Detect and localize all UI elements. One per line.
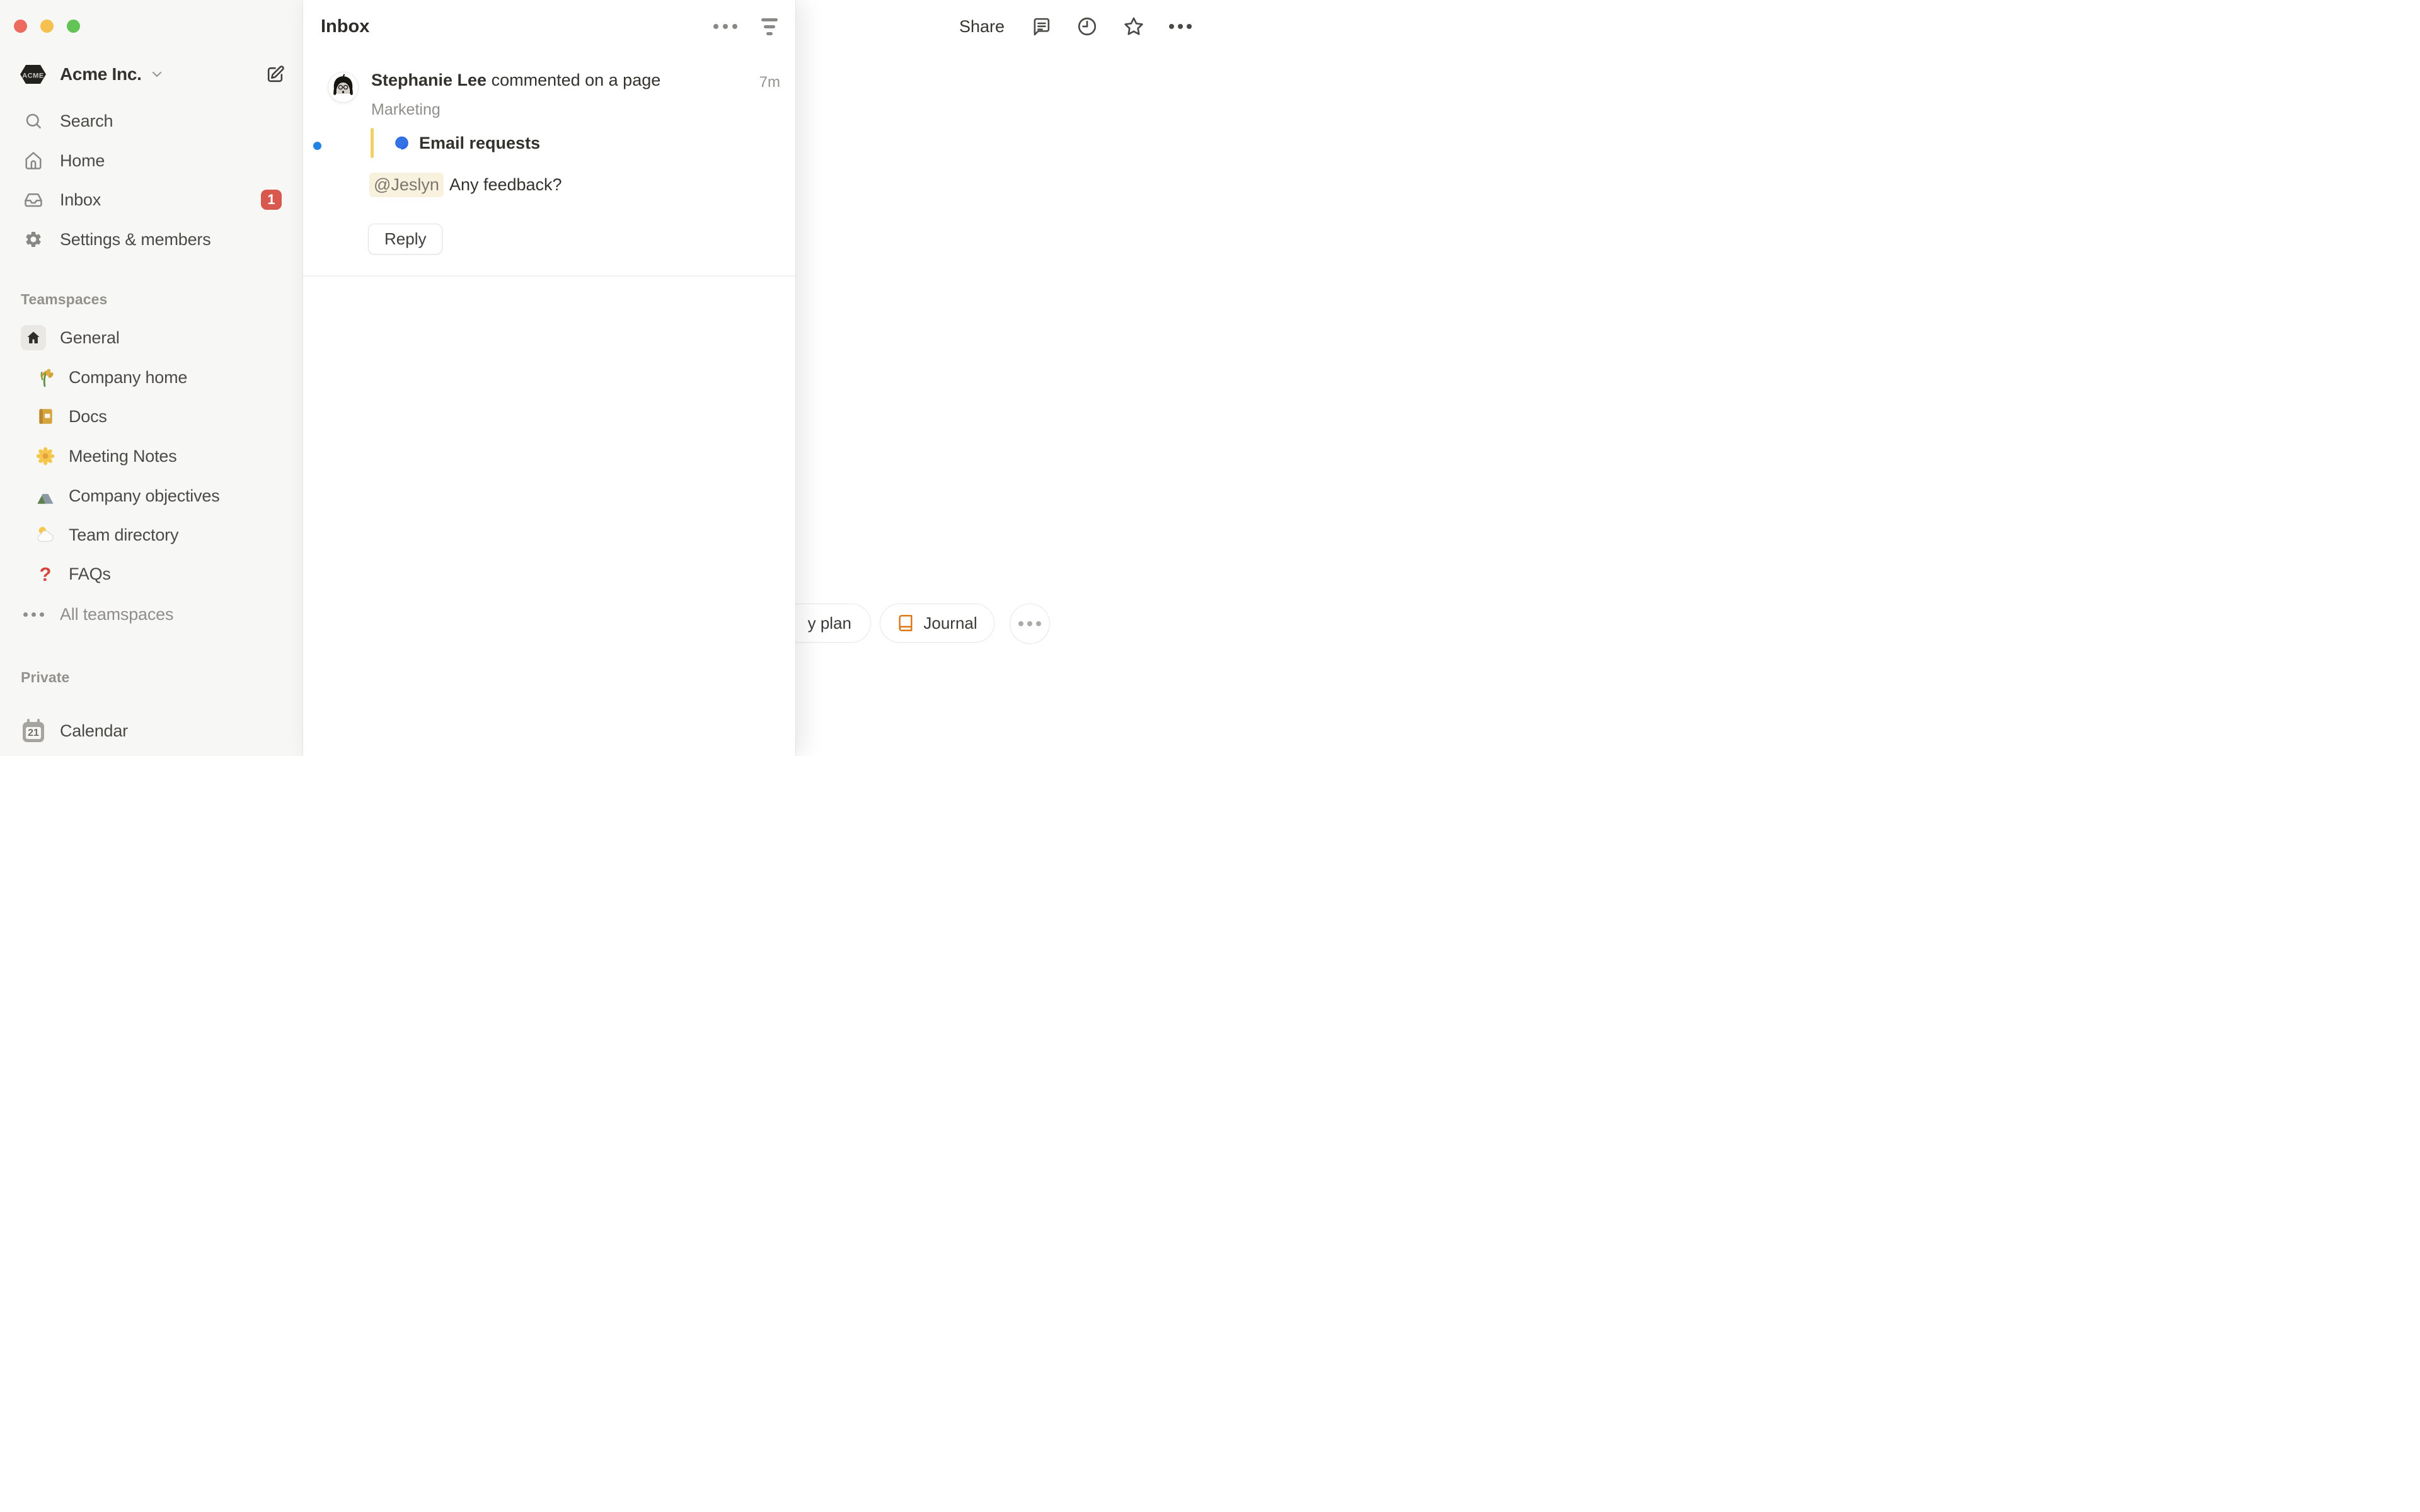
sidebar-item-label: Meeting Notes [69, 447, 177, 466]
ellipsis-icon [21, 602, 46, 627]
sidebar-item-label: Company home [69, 368, 187, 387]
svg-text:ACME: ACME [22, 72, 43, 80]
app-window: ACME Acme Inc. Search [0, 0, 1210, 756]
sidebar-item-label: Search [60, 112, 113, 131]
search-icon [21, 108, 46, 134]
sidebar-item-faqs[interactable]: ? FAQs [0, 557, 302, 591]
blossom-icon [35, 445, 56, 467]
sidebar-item-home[interactable]: Home [0, 144, 302, 178]
sidebar-item-label: All teamspaces [60, 605, 173, 624]
pill-label: y plan [808, 614, 851, 633]
mention-chip[interactable]: @Jeslyn [369, 173, 444, 197]
close-window-button[interactable] [14, 20, 27, 33]
notification-time: 7m [759, 74, 780, 91]
inbox-unread-badge: 1 [261, 190, 282, 210]
sidebar-item-settings[interactable]: Settings & members [0, 222, 302, 256]
divider [303, 275, 795, 277]
favorite-star-icon[interactable] [1123, 16, 1144, 37]
breadcrumb: Marketing [371, 101, 441, 119]
teamspaces-section-header: Teamspaces [21, 291, 107, 308]
ellipsis-icon [1018, 621, 1041, 626]
sidebar-item-label: Home [60, 151, 105, 171]
page-topbar: Share [795, 0, 1210, 53]
share-button[interactable]: Share [959, 17, 1005, 37]
inbox-header: Inbox [303, 11, 795, 42]
sidebar-item-label: Docs [69, 407, 107, 427]
sun-behind-cloud-icon [35, 524, 56, 546]
sidebar-item-label: Calendar [60, 721, 128, 741]
sidebar-item-label: Team directory [69, 525, 178, 545]
sidebar-item-inbox[interactable]: Inbox 1 [0, 183, 302, 217]
action-text: commented on a page [487, 71, 660, 89]
red-question-mark-icon: ? [35, 563, 56, 585]
unread-dot [313, 142, 321, 150]
sidebar-item-general[interactable]: General [0, 321, 302, 355]
cyclone-icon [390, 133, 410, 153]
sidebar: ACME Acme Inc. Search [0, 0, 303, 756]
calendar-icon: 21 [21, 718, 46, 743]
comment-text: @Jeslyn Any feedback? [369, 173, 562, 197]
sidebar-item-team-directory[interactable]: Team directory [0, 518, 302, 552]
zoom-window-button[interactable] [67, 20, 80, 33]
comments-icon[interactable] [1030, 16, 1051, 37]
sidebar-item-calendar[interactable]: 21 Calendar [0, 714, 302, 748]
sidebar-item-meeting-notes[interactable]: Meeting Notes [0, 439, 302, 473]
inbox-filter-icon[interactable] [761, 18, 778, 35]
page-title: Email requests [419, 134, 540, 153]
new-page-icon[interactable] [265, 65, 285, 84]
tan-notebook-icon [35, 406, 56, 427]
sidebar-item-label: Inbox [60, 190, 101, 210]
pill-label: Journal [923, 614, 977, 633]
history-clock-icon[interactable] [1076, 16, 1098, 37]
quote-bar [371, 128, 374, 158]
workspace-logo-icon: ACME [20, 64, 47, 84]
house-icon [21, 148, 46, 173]
chevron-down-icon [149, 67, 164, 82]
more-pills-button[interactable] [1010, 604, 1050, 644]
sidebar-item-label: FAQs [69, 564, 111, 584]
workspace-switcher[interactable]: ACME Acme Inc. [0, 58, 302, 91]
notification-title: Stephanie Lee commented on a page [371, 71, 660, 90]
workspace-name: Acme Inc. [60, 64, 142, 84]
sidebar-item-all-teamspaces[interactable]: All teamspaces [0, 597, 302, 631]
private-section-header: Private [21, 669, 69, 686]
gear-icon [21, 227, 46, 252]
journal-pill-button[interactable]: Journal [880, 604, 994, 643]
orange-book-icon [897, 614, 914, 632]
inbox-tray-icon [21, 187, 46, 212]
author-name: Stephanie Lee [371, 71, 487, 89]
inbox-popover: Inbox Steph [303, 0, 795, 756]
snow-capped-mountain-icon [35, 485, 56, 507]
notification-item[interactable]: Stephanie Lee commented on a page 7m Mar… [303, 60, 795, 276]
sidebar-item-docs[interactable]: Docs [0, 399, 302, 433]
page-reference[interactable]: Email requests [371, 127, 540, 159]
comment-body: Any feedback? [449, 175, 562, 195]
sidebar-item-label: Company objectives [69, 486, 220, 506]
sidebar-item-label: Settings & members [60, 230, 211, 249]
sidebar-item-label: General [60, 328, 120, 348]
rice-sheaf-icon [35, 367, 56, 388]
inbox-more-icon[interactable] [713, 24, 737, 29]
window-controls [14, 20, 80, 33]
sidebar-item-search[interactable]: Search [0, 104, 302, 138]
reply-button[interactable]: Reply [368, 224, 442, 255]
avatar [328, 72, 358, 102]
inbox-title: Inbox [321, 16, 369, 37]
more-options-icon[interactable] [1170, 16, 1191, 37]
minimize-window-button[interactable] [40, 20, 54, 33]
sidebar-item-company-objectives[interactable]: Company objectives [0, 479, 302, 513]
house-solid-icon [21, 325, 46, 350]
sidebar-item-company-home[interactable]: Company home [0, 360, 302, 394]
